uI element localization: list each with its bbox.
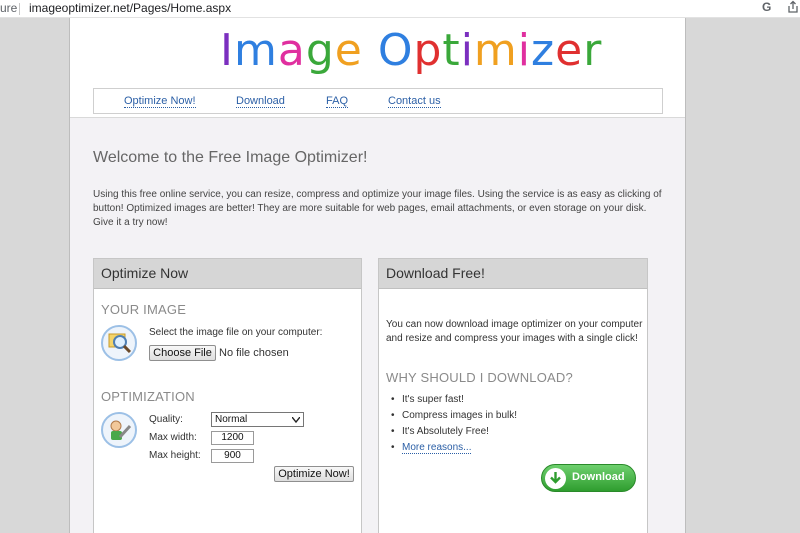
optimize-panel-title: Optimize Now — [94, 259, 361, 289]
logo-letter: m — [233, 25, 278, 76]
list-item: More reasons... — [389, 440, 517, 456]
magnifier-image-icon — [101, 325, 137, 361]
optimize-panel: Optimize Now YOUR IMAGE Select the image… — [93, 258, 362, 533]
nav-contact-us[interactable]: Contact us — [388, 95, 441, 108]
google-icon[interactable]: G — [762, 0, 771, 14]
select-file-prompt: Select the image file on your computer: — [149, 327, 323, 338]
logo-letter: p — [413, 25, 443, 76]
logo-letter: g — [305, 25, 335, 76]
your-image-heading: YOUR IMAGE — [101, 302, 187, 317]
site-header: Image Optimizer Optimize Now! Download F… — [70, 18, 685, 118]
download-description: You can now download image optimizer on … — [386, 319, 643, 344]
no-file-status: No file chosen — [219, 347, 289, 359]
main-nav: Optimize Now! Download FAQ Contact us — [93, 88, 663, 114]
nav-faq[interactable]: FAQ — [326, 95, 349, 108]
logo-letter: t — [442, 25, 461, 76]
download-arrow-icon — [545, 468, 566, 489]
logo-letter: m — [473, 25, 518, 76]
chevron-down-icon — [292, 417, 300, 423]
optimize-now-button[interactable]: Optimize Now! — [274, 466, 354, 482]
list-item: It's Absolutely Free! — [389, 424, 517, 440]
optimization-heading: OPTIMIZATION — [101, 389, 195, 404]
reasons-list: It's super fast! Compress images in bulk… — [389, 392, 517, 456]
logo-letter: I — [220, 25, 234, 76]
choose-file-button[interactable]: Choose File — [149, 345, 216, 361]
page-container: Image Optimizer Optimize Now! Download F… — [69, 18, 686, 533]
address-separator — [19, 3, 20, 15]
quality-value: Normal — [215, 414, 248, 425]
browser-address-bar[interactable]: ure imageoptimizer.net/Pages/Home.aspx G — [0, 0, 800, 18]
max-width-label: Max width: — [149, 432, 197, 443]
download-panel-title: Download Free! — [379, 259, 647, 289]
nav-optimize-now[interactable]: Optimize Now! — [124, 95, 196, 108]
logo-letter: r — [583, 25, 603, 76]
download-button-label: Download — [572, 471, 625, 483]
list-item: Compress images in bulk! — [389, 408, 517, 424]
logo-letter: O — [377, 25, 414, 76]
intro-text: Using this free online service, you can … — [93, 189, 662, 228]
security-indicator[interactable]: ure — [0, 1, 17, 15]
logo-letter: i — [460, 25, 474, 76]
logo-letter: a — [277, 25, 306, 76]
more-reasons-link[interactable]: More reasons... — [402, 442, 472, 454]
download-panel: Download Free! You can now download imag… — [378, 258, 648, 533]
list-item: It's super fast! — [389, 392, 517, 408]
share-icon[interactable] — [786, 0, 800, 14]
nav-download[interactable]: Download — [236, 95, 285, 108]
content-divider — [70, 117, 685, 118]
site-logo[interactable]: Image Optimizer — [220, 23, 602, 79]
max-height-input[interactable]: 900 — [211, 449, 254, 463]
logo-letter: i — [517, 25, 532, 76]
wrench-settings-icon — [101, 412, 137, 448]
quality-select[interactable]: Normal — [211, 412, 304, 427]
logo-letter: e — [555, 25, 584, 76]
url-text[interactable]: imageoptimizer.net/Pages/Home.aspx — [29, 1, 231, 15]
logo-letter: z — [531, 25, 556, 76]
why-download-heading: WHY SHOULD I DOWNLOAD? — [386, 370, 573, 385]
page-title: Welcome to the Free Image Optimizer! — [93, 149, 368, 166]
logo-letter: e — [334, 25, 363, 76]
logo-letter — [363, 25, 378, 76]
quality-label: Quality: — [149, 414, 183, 425]
max-width-input[interactable]: 1200 — [211, 431, 254, 445]
max-height-label: Max height: — [149, 450, 201, 461]
download-button[interactable]: Download — [541, 464, 636, 492]
